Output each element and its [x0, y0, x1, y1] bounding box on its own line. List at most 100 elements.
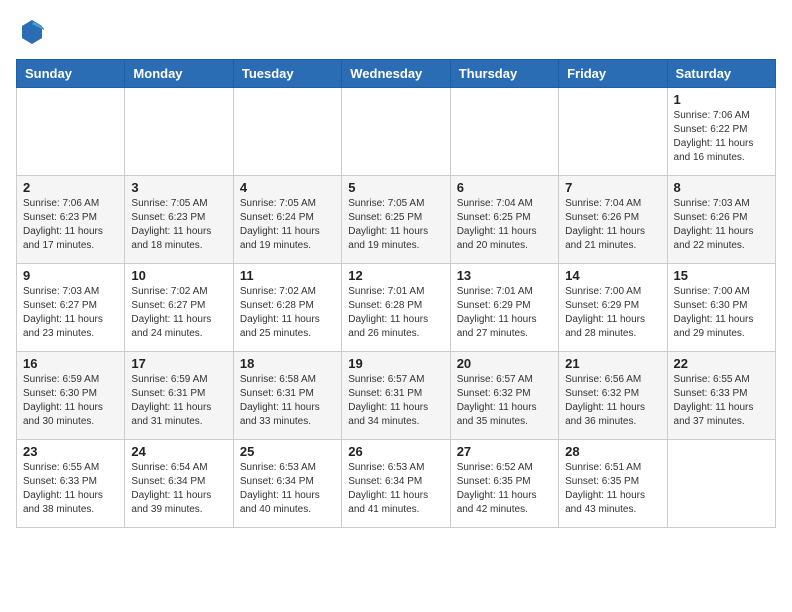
day-number: 18 [240, 356, 335, 371]
day-number: 13 [457, 268, 552, 283]
calendar-body: 1Sunrise: 7:06 AM Sunset: 6:22 PM Daylig… [17, 88, 776, 528]
calendar-day-cell [342, 88, 450, 176]
calendar-week-row: 9 Sunrise: 7:03 AM Sunset: 6:27 PM Daylig… [17, 264, 776, 352]
calendar-day-cell: 27 Sunrise: 6:52 AM Sunset: 6:35 PM Dayli… [450, 440, 558, 528]
day-number: 2 [23, 180, 118, 195]
day-info: Sunrise: 6:55 AM Sunset: 6:33 PM Dayligh… [23, 461, 118, 517]
day-info: Sunrise: 6:57 AM Sunset: 6:31 PM Dayligh… [348, 373, 443, 429]
day-info: Sunrise: 6:59 AM Sunset: 6:30 PM Dayligh… [23, 373, 118, 429]
day-info: Sunrise: 6:58 AM Sunset: 6:31 PM Dayligh… [240, 373, 335, 429]
calendar-day-cell: 14 Sunrise: 7:00 AM Sunset: 6:29 PM Dayli… [559, 264, 667, 352]
day-info: Sunrise: 7:00 AM Sunset: 6:29 PM Dayligh… [565, 285, 660, 341]
day-info: Sunrise: 7:03 AM Sunset: 6:26 PM Dayligh… [674, 197, 769, 253]
logo [16, 16, 46, 49]
calendar-day-cell: 20 Sunrise: 6:57 AM Sunset: 6:32 PM Dayli… [450, 352, 558, 440]
day-info: Sunrise: 6:53 AM Sunset: 6:34 PM Dayligh… [348, 461, 443, 517]
calendar-day-cell: 17 Sunrise: 6:59 AM Sunset: 6:31 PM Dayli… [125, 352, 233, 440]
calendar-day-cell: 9 Sunrise: 7:03 AM Sunset: 6:27 PM Daylig… [17, 264, 125, 352]
day-info: Sunrise: 7:03 AM Sunset: 6:27 PM Dayligh… [23, 285, 118, 341]
day-number: 28 [565, 444, 660, 459]
calendar-day-cell [667, 440, 775, 528]
day-info: Sunrise: 6:55 AM Sunset: 6:33 PM Dayligh… [674, 373, 769, 429]
day-number: 24 [131, 444, 226, 459]
day-info: Sunrise: 7:02 AM Sunset: 6:27 PM Dayligh… [131, 285, 226, 341]
calendar-day-cell: 22 Sunrise: 6:55 AM Sunset: 6:33 PM Dayli… [667, 352, 775, 440]
day-number: 3 [131, 180, 226, 195]
calendar-day-cell: 2 Sunrise: 7:06 AM Sunset: 6:23 PM Daylig… [17, 176, 125, 264]
calendar-day-cell [125, 88, 233, 176]
day-of-week-header: Tuesday [233, 60, 341, 88]
day-number: 17 [131, 356, 226, 371]
calendar-week-row: 16 Sunrise: 6:59 AM Sunset: 6:30 PM Dayli… [17, 352, 776, 440]
page-header [16, 16, 776, 49]
day-number: 25 [240, 444, 335, 459]
day-info: Sunrise: 6:54 AM Sunset: 6:34 PM Dayligh… [131, 461, 226, 517]
day-info: Sunrise: 6:57 AM Sunset: 6:32 PM Dayligh… [457, 373, 552, 429]
calendar-day-cell: 19 Sunrise: 6:57 AM Sunset: 6:31 PM Dayli… [342, 352, 450, 440]
calendar-day-cell: 21Sunrise: 6:56 AM Sunset: 6:32 PM Dayli… [559, 352, 667, 440]
day-number: 5 [348, 180, 443, 195]
day-info: Sunrise: 6:51 AM Sunset: 6:35 PM Dayligh… [565, 461, 660, 517]
day-number: 12 [348, 268, 443, 283]
day-info: Sunrise: 6:59 AM Sunset: 6:31 PM Dayligh… [131, 373, 226, 429]
calendar-day-cell [450, 88, 558, 176]
day-of-week-header: Sunday [17, 60, 125, 88]
calendar-day-cell [233, 88, 341, 176]
calendar-day-cell: 15 Sunrise: 7:00 AM Sunset: 6:30 PM Dayli… [667, 264, 775, 352]
day-info: Sunrise: 7:00 AM Sunset: 6:30 PM Dayligh… [674, 285, 769, 341]
day-number: 8 [674, 180, 769, 195]
day-info: Sunrise: 6:53 AM Sunset: 6:34 PM Dayligh… [240, 461, 335, 517]
calendar-day-cell: 5 Sunrise: 7:05 AM Sunset: 6:25 PM Daylig… [342, 176, 450, 264]
calendar-day-cell: 23 Sunrise: 6:55 AM Sunset: 6:33 PM Dayli… [17, 440, 125, 528]
calendar-day-cell: 11Sunrise: 7:02 AM Sunset: 6:28 PM Dayli… [233, 264, 341, 352]
day-number: 11 [240, 268, 335, 283]
day-info: Sunrise: 7:01 AM Sunset: 6:28 PM Dayligh… [348, 285, 443, 341]
day-info: Sunrise: 6:52 AM Sunset: 6:35 PM Dayligh… [457, 461, 552, 517]
day-number: 20 [457, 356, 552, 371]
calendar-day-cell: 13 Sunrise: 7:01 AM Sunset: 6:29 PM Dayli… [450, 264, 558, 352]
calendar-day-cell: 28 Sunrise: 6:51 AM Sunset: 6:35 PM Dayli… [559, 440, 667, 528]
day-number: 16 [23, 356, 118, 371]
day-info: Sunrise: 7:05 AM Sunset: 6:25 PM Dayligh… [348, 197, 443, 253]
day-info: Sunrise: 7:04 AM Sunset: 6:26 PM Dayligh… [565, 197, 660, 253]
logo-icon [18, 16, 46, 44]
days-of-week-row: SundayMondayTuesdayWednesdayThursdayFrid… [17, 60, 776, 88]
calendar-day-cell: 12 Sunrise: 7:01 AM Sunset: 6:28 PM Dayli… [342, 264, 450, 352]
day-number: 4 [240, 180, 335, 195]
day-number: 6 [457, 180, 552, 195]
day-number: 26 [348, 444, 443, 459]
calendar-week-row: 23 Sunrise: 6:55 AM Sunset: 6:33 PM Dayli… [17, 440, 776, 528]
calendar-day-cell: 24 Sunrise: 6:54 AM Sunset: 6:34 PM Dayli… [125, 440, 233, 528]
day-of-week-header: Wednesday [342, 60, 450, 88]
day-of-week-header: Thursday [450, 60, 558, 88]
calendar-day-cell [17, 88, 125, 176]
day-number: 14 [565, 268, 660, 283]
day-info: Sunrise: 7:01 AM Sunset: 6:29 PM Dayligh… [457, 285, 552, 341]
day-number: 22 [674, 356, 769, 371]
calendar-day-cell: 7 Sunrise: 7:04 AM Sunset: 6:26 PM Daylig… [559, 176, 667, 264]
day-number: 9 [23, 268, 118, 283]
day-info: Sunrise: 6:56 AM Sunset: 6:32 PM Dayligh… [565, 373, 660, 429]
calendar-week-row: 1Sunrise: 7:06 AM Sunset: 6:22 PM Daylig… [17, 88, 776, 176]
day-info: Sunrise: 7:05 AM Sunset: 6:23 PM Dayligh… [131, 197, 226, 253]
day-number: 23 [23, 444, 118, 459]
calendar-day-cell: 8 Sunrise: 7:03 AM Sunset: 6:26 PM Daylig… [667, 176, 775, 264]
day-info: Sunrise: 7:04 AM Sunset: 6:25 PM Dayligh… [457, 197, 552, 253]
calendar-day-cell: 26 Sunrise: 6:53 AM Sunset: 6:34 PM Dayli… [342, 440, 450, 528]
day-info: Sunrise: 7:05 AM Sunset: 6:24 PM Dayligh… [240, 197, 335, 253]
calendar-day-cell: 6 Sunrise: 7:04 AM Sunset: 6:25 PM Daylig… [450, 176, 558, 264]
day-number: 19 [348, 356, 443, 371]
day-number: 1 [674, 92, 769, 107]
calendar-table: SundayMondayTuesdayWednesdayThursdayFrid… [16, 59, 776, 528]
day-info: Sunrise: 7:06 AM Sunset: 6:23 PM Dayligh… [23, 197, 118, 253]
day-number: 7 [565, 180, 660, 195]
day-of-week-header: Monday [125, 60, 233, 88]
calendar-week-row: 2 Sunrise: 7:06 AM Sunset: 6:23 PM Daylig… [17, 176, 776, 264]
day-number: 15 [674, 268, 769, 283]
calendar-day-cell: 16 Sunrise: 6:59 AM Sunset: 6:30 PM Dayli… [17, 352, 125, 440]
calendar-day-cell: 4 Sunrise: 7:05 AM Sunset: 6:24 PM Daylig… [233, 176, 341, 264]
day-number: 27 [457, 444, 552, 459]
day-of-week-header: Friday [559, 60, 667, 88]
calendar-day-cell: 25 Sunrise: 6:53 AM Sunset: 6:34 PM Dayli… [233, 440, 341, 528]
calendar-day-cell: 1Sunrise: 7:06 AM Sunset: 6:22 PM Daylig… [667, 88, 775, 176]
